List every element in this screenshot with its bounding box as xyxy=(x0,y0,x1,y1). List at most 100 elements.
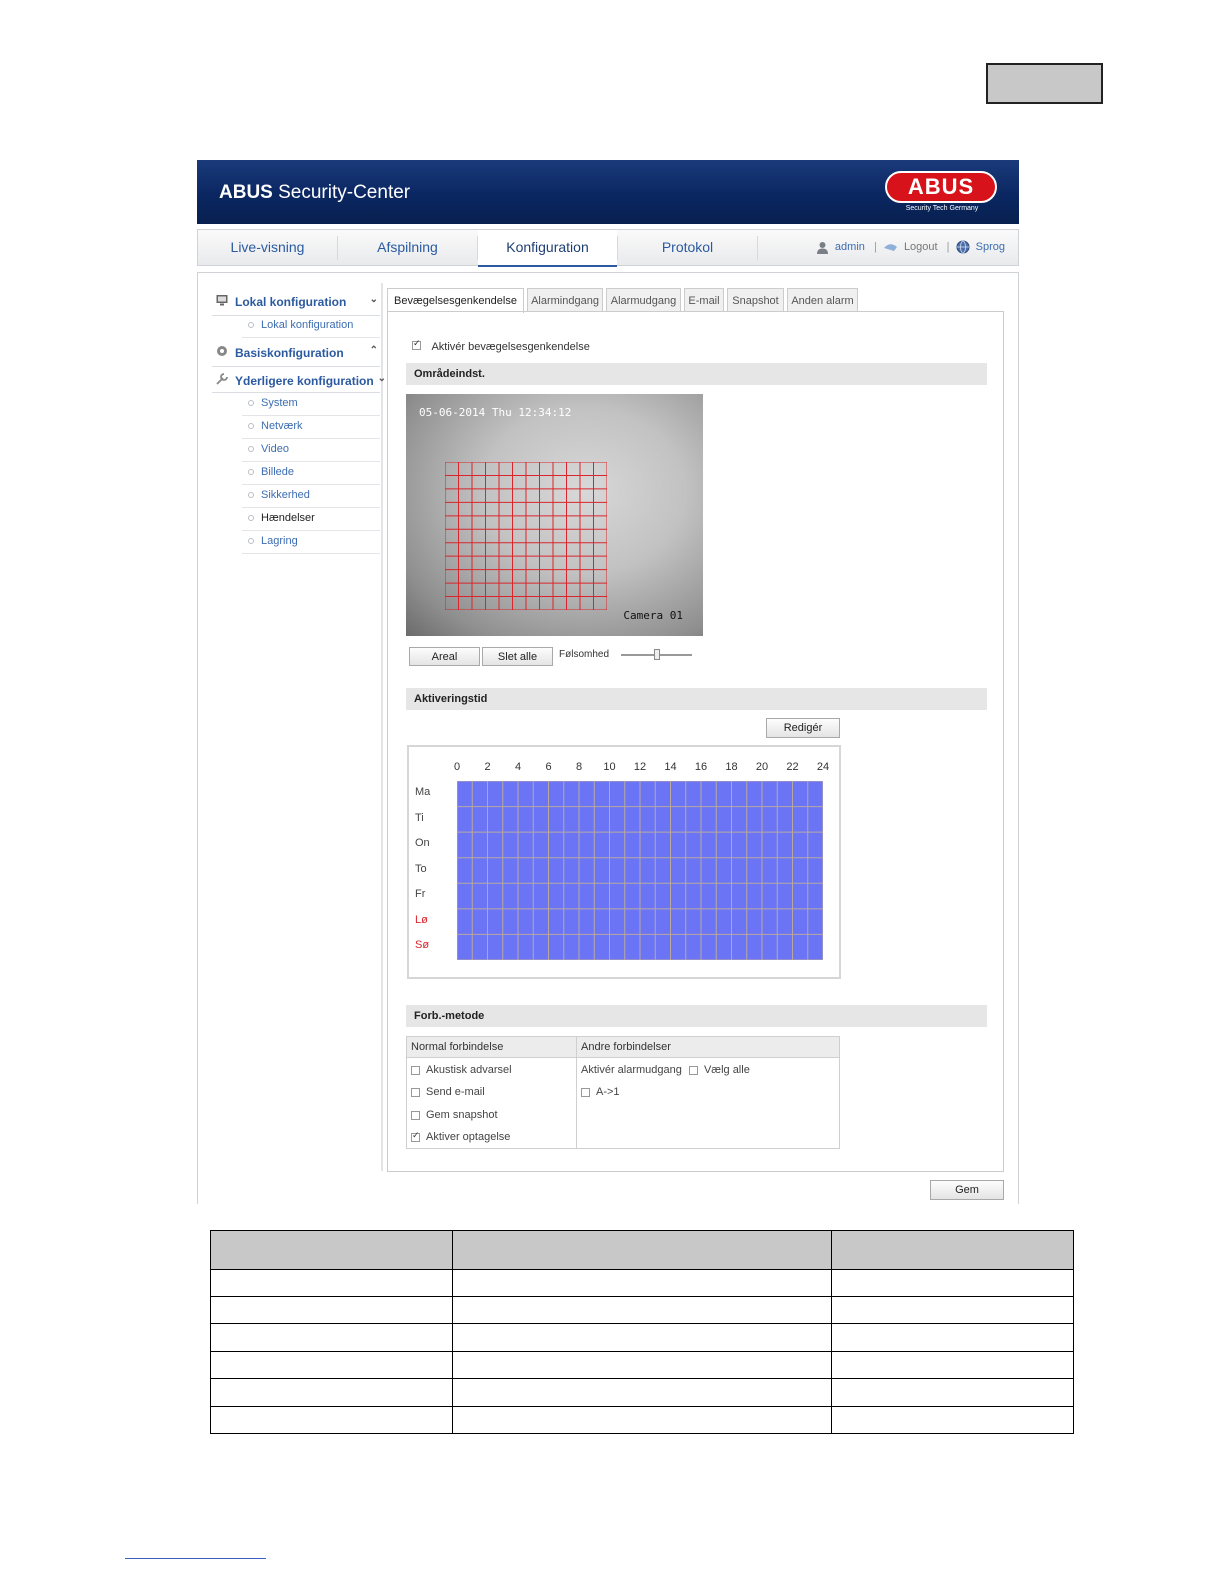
username[interactable]: admin xyxy=(835,241,865,253)
logout-link[interactable]: Logout xyxy=(904,241,938,253)
area-button[interactable]: Areal xyxy=(409,647,480,666)
divider xyxy=(212,366,380,367)
app-title-brand: ABUS xyxy=(219,182,273,203)
alarm-output-a1-label: A->1 xyxy=(596,1086,620,1098)
save-button[interactable]: Gem xyxy=(930,1180,1004,1200)
nav-tab-log[interactable]: Protokol xyxy=(618,230,757,265)
table-header-cell xyxy=(452,1230,832,1270)
option-label: Akustisk advarsel xyxy=(426,1064,512,1076)
sensitivity-slider-handle[interactable] xyxy=(653,649,660,660)
sidebar-item-security[interactable]: Sikkerhed xyxy=(242,485,380,508)
logo-subtitle: Security Tech Germany xyxy=(905,205,979,212)
app-title-rest: Security-Center xyxy=(272,182,411,203)
day-label: To xyxy=(415,862,427,875)
sidebar-item-network[interactable]: Netværk xyxy=(242,416,380,439)
document-table xyxy=(210,1230,1074,1435)
hour-label: 22 xyxy=(786,761,799,773)
delete-all-button[interactable]: Slet alle xyxy=(482,647,553,666)
table-cell xyxy=(831,1268,1074,1297)
enable-motion-row: Aktivér bevægelsesgenkendelse xyxy=(412,337,590,355)
day-label: Ma xyxy=(415,786,431,798)
record-checkbox[interactable] xyxy=(411,1130,420,1142)
bullet-icon xyxy=(248,538,254,544)
tab-motion-detection[interactable]: Bevægelsesgenkendelse xyxy=(387,288,524,313)
bullet-icon xyxy=(248,515,254,521)
edit-schedule-button[interactable]: Redigér xyxy=(766,718,840,738)
tab-alarm-input[interactable]: Alarmindgang xyxy=(527,288,603,312)
save-snapshot-checkbox[interactable] xyxy=(411,1110,420,1120)
motion-area-grid[interactable] xyxy=(445,462,607,610)
option-send-email[interactable]: Send e-mail xyxy=(411,1086,485,1098)
table-cell xyxy=(831,1295,1074,1325)
sidebar-section-local[interactable]: Lokal konfiguration ⌄ xyxy=(212,291,380,313)
activation-time-heading: Aktiveringstid xyxy=(406,688,987,710)
schedule-cells[interactable] xyxy=(457,781,823,960)
option-audible-warning[interactable]: Akustisk advarsel xyxy=(411,1064,512,1076)
table-cell xyxy=(210,1405,453,1435)
sidebar-item-events[interactable]: Hændelser xyxy=(242,508,380,531)
bullet-icon xyxy=(248,469,254,475)
option-label: Aktiver optagelse xyxy=(426,1131,511,1143)
table-cell xyxy=(831,1350,1074,1380)
sidebar-item-image[interactable]: Billede xyxy=(242,462,380,485)
alarm-output-row: Aktivér alarmudgang Vælg alle xyxy=(581,1064,750,1076)
table-cell xyxy=(452,1350,832,1380)
user-icon xyxy=(816,241,828,254)
day-label: Ti xyxy=(415,811,424,824)
sidebar-item-storage[interactable]: Lagring xyxy=(242,531,380,554)
select-all-checkbox[interactable] xyxy=(688,1065,698,1075)
hour-label: 10 xyxy=(603,761,616,773)
table-cell xyxy=(831,1405,1074,1435)
table-header-row xyxy=(210,1230,1074,1270)
nav-tab-live[interactable]: Live-visning xyxy=(198,230,337,265)
sidebar-section-basic[interactable]: Basiskonfiguration ⌃ xyxy=(212,342,380,364)
app-header: ABUS Security-Center ABUS Security Tech … xyxy=(197,160,1019,224)
table-row xyxy=(210,1350,1074,1380)
send-email-checkbox[interactable] xyxy=(411,1087,420,1097)
hour-label: 18 xyxy=(725,761,738,773)
hour-label: 2 xyxy=(484,761,491,773)
abus-logo: ABUS Security Tech Germany xyxy=(885,171,999,215)
nav-tab-playback[interactable]: Afspilning xyxy=(338,230,477,265)
bullet-icon xyxy=(248,423,254,429)
column-divider xyxy=(576,1037,577,1148)
sidebar-item-label: Netværk xyxy=(261,420,303,432)
sidebar-item-video[interactable]: Video xyxy=(242,439,380,462)
enable-motion-checkbox[interactable] xyxy=(412,338,421,351)
camera-preview[interactable]: 05-06-2014 Thu 12:34:12 Camera 01 xyxy=(406,394,703,636)
tab-other-alarm[interactable]: Anden alarm xyxy=(787,288,858,312)
table-cell xyxy=(452,1378,832,1407)
footer-link-line xyxy=(125,1558,266,1559)
chevron-down-icon: ⌄ xyxy=(369,294,378,305)
logout-icon xyxy=(883,244,897,252)
sidebar-item-system[interactable]: System xyxy=(242,393,380,416)
sidebar-section-advanced[interactable]: Yderligere konfiguration ⌄ xyxy=(212,370,386,392)
hour-label: 6 xyxy=(545,761,552,773)
option-record[interactable]: Aktiver optagelse xyxy=(411,1130,511,1143)
separator: | xyxy=(946,241,950,253)
linkage-method-heading: Forb.-metode xyxy=(406,1005,987,1027)
table-header-cell xyxy=(210,1230,453,1270)
nav-tab-configuration[interactable]: Konfiguration xyxy=(478,230,617,267)
alarm-output-a1-checkbox[interactable] xyxy=(581,1087,590,1097)
day-label: Sø xyxy=(415,939,430,952)
sidebar-section-label: Yderligere konfiguration xyxy=(235,374,374,388)
audible-warning-checkbox[interactable] xyxy=(411,1065,420,1075)
option-save-snapshot[interactable]: Gem snapshot xyxy=(411,1109,498,1121)
sidebar-item-local-config[interactable]: Lokal konfiguration xyxy=(242,315,380,338)
tab-email[interactable]: E-mail xyxy=(684,288,724,312)
hour-label: 8 xyxy=(575,761,583,773)
sidebar-item-label: Sikkerhed xyxy=(261,489,310,501)
wrench-icon xyxy=(216,373,228,385)
camera-timestamp: 05-06-2014 Thu 12:34:12 xyxy=(419,406,572,419)
sidebar-item-label: Hændelser xyxy=(261,512,315,524)
schedule-grid[interactable]: 0 2 4 6 8 10 12 14 16 18 20 22 24 Ma Ti On To Fr Lø Sø xyxy=(407,745,841,979)
hour-label: 16 xyxy=(694,761,708,773)
language-link[interactable]: Sprog xyxy=(976,241,1005,253)
bullet-icon xyxy=(248,492,254,498)
tab-alarm-output[interactable]: Alarmudgang xyxy=(606,288,681,312)
tab-snapshot[interactable]: Snapshot xyxy=(727,288,784,312)
table-cell xyxy=(452,1295,832,1325)
table-row xyxy=(210,1323,1074,1352)
alarm-output-a1[interactable]: A->1 xyxy=(581,1086,620,1098)
